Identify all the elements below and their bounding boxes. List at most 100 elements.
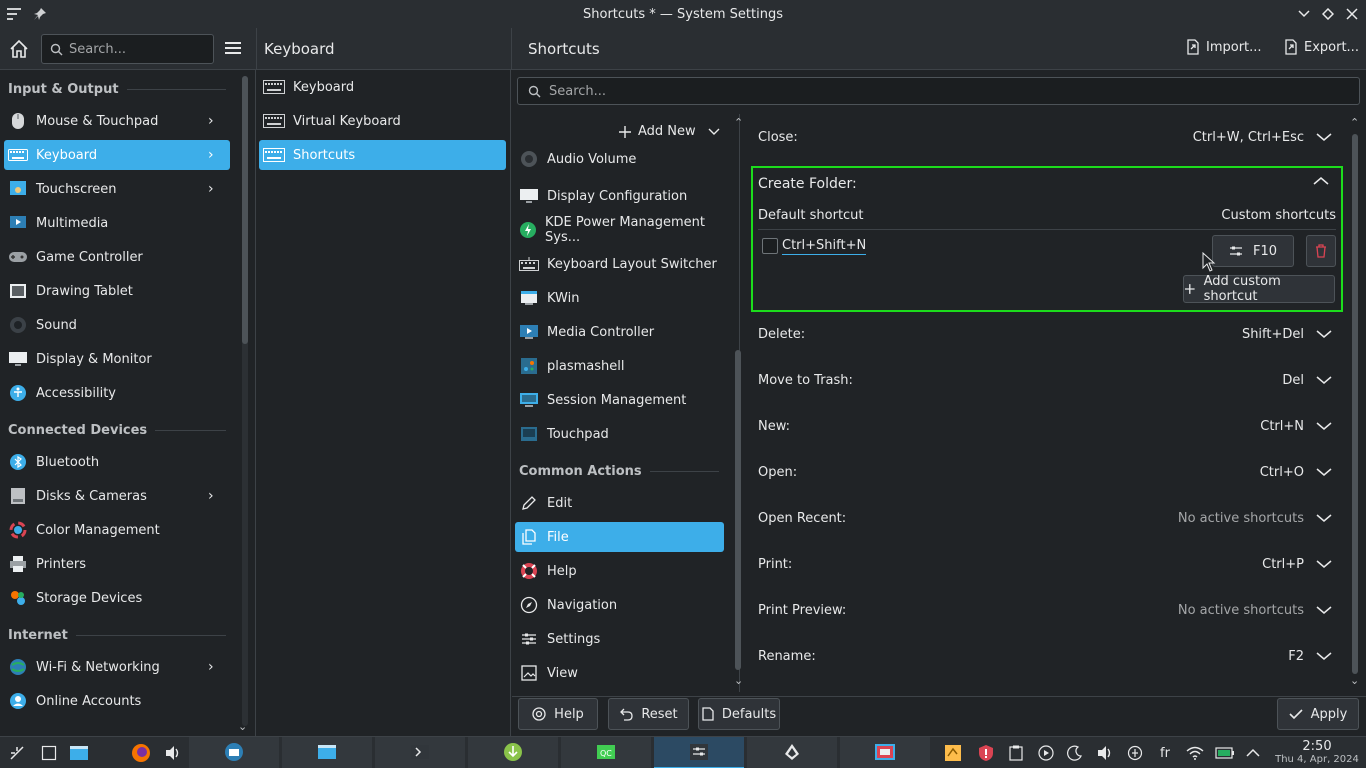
reset-button[interactable]: Reset	[608, 698, 689, 730]
pin-icon[interactable]	[32, 6, 48, 22]
chevron-down-icon[interactable]	[1316, 513, 1332, 523]
help-button[interactable]: Help	[518, 698, 598, 730]
shortcut-scrollbar-thumb[interactable]	[1352, 134, 1358, 674]
category-view[interactable]: View	[515, 658, 724, 688]
sidebar-item-multimedia[interactable]: Multimedia	[4, 208, 230, 238]
shortcut-row-rename[interactable]: Rename: F2	[758, 641, 1338, 671]
shortcut-row-open-recent[interactable]: Open Recent: No active shortcuts	[758, 503, 1338, 533]
sidebar-item-mouse-touchpad[interactable]: Mouse & Touchpad ›	[4, 106, 230, 136]
sidebar-search-input[interactable]: Search...	[41, 34, 214, 64]
task-qt-creator[interactable]: QC	[561, 737, 651, 768]
task-image-viewer[interactable]	[840, 737, 930, 768]
scroll-down-arrow-icon[interactable]: ⌄	[238, 720, 247, 733]
category-audio-volume[interactable]: Audio Volume	[515, 148, 724, 170]
sidebar-item-storage-devices[interactable]: Storage Devices	[4, 583, 230, 613]
sidebar-item-drawing-tablet[interactable]: Drawing Tablet	[4, 276, 230, 306]
default-shortcut-checkbox[interactable]	[762, 238, 778, 254]
category-plasmashell[interactable]: plasmashell	[515, 351, 724, 381]
category-edit[interactable]: Edit	[515, 488, 724, 518]
hamburger-menu-icon[interactable]	[224, 40, 244, 58]
chevron-down-icon[interactable]	[1316, 651, 1332, 661]
category-navigation[interactable]: Navigation	[515, 590, 724, 620]
task-thunderbird[interactable]	[189, 737, 279, 768]
category-media-controller[interactable]: Media Controller	[515, 317, 724, 347]
clipboard-note-icon[interactable]	[943, 743, 963, 763]
category-keyboard-layout-switcher[interactable]: Keyboard Layout Switcher	[515, 249, 724, 279]
category-settings[interactable]: Settings	[515, 624, 724, 654]
maximize-icon[interactable]	[1320, 6, 1336, 22]
category-help[interactable]: Help	[515, 556, 724, 586]
category-display-configuration[interactable]: Display Configuration	[515, 181, 724, 211]
chevron-down-icon[interactable]	[1316, 559, 1332, 569]
app-menu-icon[interactable]	[6, 6, 22, 22]
show-desktop-icon[interactable]	[38, 737, 60, 768]
category-scrollbar-thumb[interactable]	[735, 350, 741, 670]
scroll-up-arrow-icon[interactable]: ⌃	[734, 116, 743, 129]
shortcut-search-input[interactable]: Search...	[517, 77, 1360, 105]
chevron-up-icon[interactable]	[1313, 176, 1329, 186]
home-icon[interactable]	[8, 38, 30, 60]
volume-icon[interactable]	[1095, 743, 1115, 763]
shortcut-row-close[interactable]: Close: Ctrl+W, Ctrl+Esc	[758, 122, 1338, 152]
shortcut-row-open[interactable]: Open: Ctrl+O	[758, 457, 1338, 487]
task-system-settings[interactable]	[654, 737, 744, 768]
wifi-icon[interactable]	[1185, 743, 1205, 763]
firefox-icon[interactable]	[130, 737, 152, 768]
sidebar-item-bluetooth[interactable]: Bluetooth	[4, 447, 230, 477]
close-icon[interactable]	[1344, 6, 1360, 22]
sidebar-item-keyboard[interactable]: Keyboard ›	[4, 140, 230, 170]
app-launcher-icon[interactable]	[6, 737, 28, 768]
custom-shortcut-key-button[interactable]: F10	[1212, 235, 1294, 267]
sidebar-item-sound[interactable]: Sound	[4, 310, 230, 340]
sidebar-item-color-management[interactable]: Color Management	[4, 515, 230, 545]
scroll-down-arrow-icon[interactable]: ⌄	[1350, 674, 1359, 687]
tray-expand-icon[interactable]	[1243, 743, 1263, 763]
security-shield-icon[interactable]	[976, 743, 996, 763]
sidebar-item-touchscreen[interactable]: Touchscreen ›	[4, 174, 230, 204]
subpage-shortcuts[interactable]: Shortcuts	[259, 140, 506, 170]
category-kwin[interactable]: KWin	[515, 283, 724, 313]
add-new-button[interactable]: Add New	[618, 124, 720, 139]
sidebar-item-printers[interactable]: Printers	[4, 549, 230, 579]
task-terminal[interactable]	[375, 737, 465, 768]
chevron-down-icon[interactable]	[1316, 132, 1332, 142]
media-player-icon[interactable]	[1036, 743, 1056, 763]
add-custom-shortcut-button[interactable]: Add custom shortcut	[1183, 274, 1335, 304]
sidebar-item-game-controller[interactable]: Game Controller	[4, 242, 230, 272]
minimize-icon[interactable]	[1296, 6, 1312, 22]
chevron-down-icon[interactable]	[1316, 375, 1332, 385]
volume-launcher-icon[interactable]	[162, 737, 184, 768]
delete-custom-shortcut-button[interactable]	[1306, 235, 1336, 267]
sidebar-scrollbar-thumb[interactable]	[242, 76, 248, 344]
keyboard-layout-indicator[interactable]: fr	[1155, 743, 1175, 763]
night-light-icon[interactable]	[1065, 743, 1085, 763]
task-inkscape[interactable]	[747, 737, 837, 768]
category-file[interactable]: File	[515, 522, 724, 552]
battery-icon[interactable]	[1215, 743, 1235, 763]
digital-clock[interactable]: 2:50 Thu 4, Apr, 2024	[1274, 740, 1360, 766]
clipboard-icon[interactable]	[1006, 743, 1026, 763]
chevron-down-icon[interactable]	[1316, 329, 1332, 339]
scroll-up-arrow-icon[interactable]: ⌃	[1350, 116, 1359, 129]
shortcut-row-print[interactable]: Print: Ctrl+P	[758, 549, 1338, 579]
apply-button[interactable]: Apply	[1277, 698, 1359, 730]
category-session-management[interactable]: Session Management	[515, 385, 724, 415]
import-button[interactable]: Import...	[1186, 39, 1262, 55]
sidebar-item-wifi-networking[interactable]: Wi-Fi & Networking ›	[4, 652, 230, 682]
sidebar-item-online-accounts[interactable]: Online Accounts	[4, 686, 230, 716]
category-power-management[interactable]: KDE Power Management Sys...	[515, 215, 724, 245]
defaults-button[interactable]: Defaults	[698, 698, 780, 730]
category-touchpad[interactable]: Touchpad	[515, 419, 724, 449]
scroll-down-arrow-icon[interactable]: ⌄	[734, 674, 743, 687]
task-downloader[interactable]	[468, 737, 558, 768]
task-file-manager[interactable]	[282, 737, 372, 768]
sidebar-item-disks-cameras[interactable]: Disks & Cameras ›	[4, 481, 230, 511]
chevron-down-icon[interactable]	[1316, 421, 1332, 431]
shortcut-row-print-preview[interactable]: Print Preview: No active shortcuts	[758, 595, 1338, 625]
kde-connect-icon[interactable]	[1125, 743, 1145, 763]
sidebar-item-accessibility[interactable]: Accessibility	[4, 378, 230, 408]
shortcut-row-move-to-trash[interactable]: Move to Trash: Del	[758, 365, 1338, 395]
shortcut-row-delete[interactable]: Delete: Shift+Del	[758, 319, 1338, 349]
shortcut-row-new[interactable]: New: Ctrl+N	[758, 411, 1338, 441]
sidebar-item-display-monitor[interactable]: Display & Monitor	[4, 344, 230, 374]
